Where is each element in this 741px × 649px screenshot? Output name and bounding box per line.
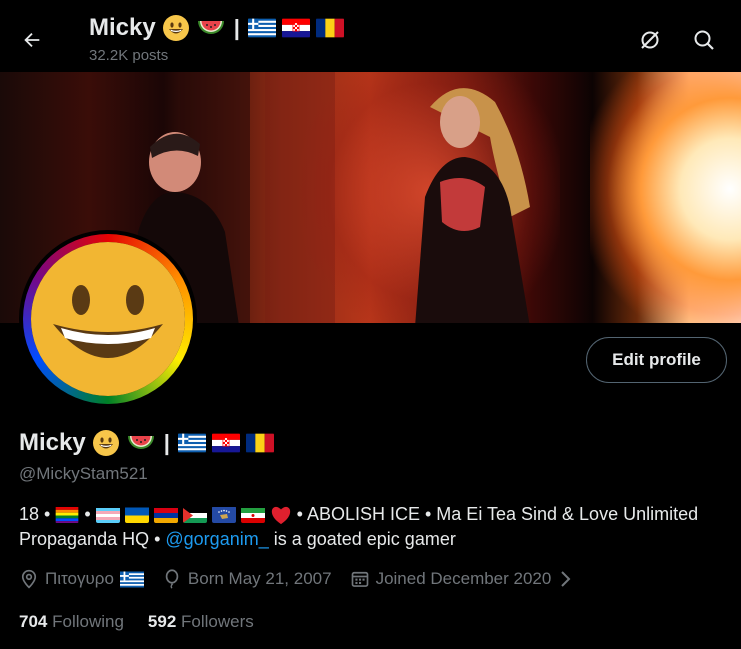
watermelon-emoji-icon xyxy=(197,21,224,34)
edit-profile-button[interactable]: Edit profile xyxy=(586,337,727,383)
profile-handle: @MickyStam521 xyxy=(19,464,148,483)
header-title: Micky | 32.2K posts xyxy=(89,12,344,64)
profile-name-row: Micky | xyxy=(19,426,274,460)
iran-flag-icon xyxy=(240,506,265,523)
transgender-flag-icon xyxy=(95,506,120,523)
greece-flag-icon xyxy=(247,18,276,38)
following-link[interactable]: 704 Following xyxy=(19,612,124,632)
followers-label: Followers xyxy=(181,612,254,631)
chevron-right-icon xyxy=(561,571,571,587)
avatar-rainbow-ring xyxy=(23,234,193,404)
follow-stats: 704 Following 592 Followers xyxy=(19,610,254,634)
rainbow-flag-icon xyxy=(55,506,79,523)
profile-location: Πιτογυρο xyxy=(19,569,144,589)
arrow-left-icon xyxy=(24,32,40,48)
profile-name-separator: | xyxy=(163,430,170,455)
bio-line-1: 18 • • • ABOLISH ICE • Ma Ei Tea Sind & … xyxy=(19,502,719,527)
profile-birthday: Born May 21, 2007 xyxy=(162,569,332,589)
profile-meta-row: Πιτογυρο Born May 21, 2007 Joined Decemb… xyxy=(19,566,591,592)
header-display-name: Micky xyxy=(89,14,156,41)
spam-filter-button[interactable] xyxy=(632,22,668,58)
greece-flag-icon xyxy=(177,433,206,453)
armenia-flag-icon xyxy=(153,506,178,523)
banner-performer-figure xyxy=(415,88,530,323)
palestine-flag-icon xyxy=(182,506,207,523)
ukraine-flag-icon xyxy=(124,506,149,523)
banner-fire-flare xyxy=(590,72,741,323)
bio-age: 18 xyxy=(19,504,40,524)
profile-joined[interactable]: Joined December 2020 xyxy=(350,569,574,589)
croatia-flag-icon xyxy=(211,433,240,453)
bio-bullet: • xyxy=(44,504,51,524)
romania-flag-icon xyxy=(315,18,344,38)
bio-line-2-text-a: Propaganda HQ • xyxy=(19,529,161,549)
bio-mention-link[interactable]: @gorganim_ xyxy=(165,527,268,552)
bio-line-2-text-b: is a goated epic gamer xyxy=(273,529,456,549)
post-count: 32.2K posts xyxy=(89,47,169,64)
watermelon-emoji-icon xyxy=(127,436,154,449)
search-icon xyxy=(694,30,714,50)
following-label: Following xyxy=(52,612,124,631)
smiley-avatar-icon xyxy=(31,242,185,396)
croatia-flag-icon xyxy=(281,18,310,38)
balloon-icon xyxy=(165,569,179,589)
joined-text: Joined December 2020 xyxy=(375,569,552,588)
followers-count: 592 xyxy=(147,612,177,631)
location-text: Πιτογυρο xyxy=(45,569,114,588)
greece-flag-icon xyxy=(119,571,144,588)
profile-avatar[interactable] xyxy=(19,230,197,408)
profile-display-name: Micky xyxy=(19,429,86,456)
followers-link[interactable]: 592 Followers xyxy=(148,612,254,632)
calendar-icon xyxy=(351,571,368,587)
spam-filter-icon xyxy=(641,31,659,49)
smiley-emoji-icon xyxy=(162,15,189,41)
profile-bio: 18 • • • ABOLISH ICE • Ma Ei Tea Sind & … xyxy=(19,502,719,552)
romania-flag-icon xyxy=(245,433,274,453)
bio-line-1-text: • ABOLISH ICE • Ma Ei Tea Sind & Love Un… xyxy=(296,504,699,524)
kosovo-flag-icon xyxy=(211,506,236,523)
top-bar: Micky | 32.2K posts xyxy=(0,0,741,72)
bio-bullet: • xyxy=(84,504,91,524)
birthday-text: Born May 21, 2007 xyxy=(187,569,332,588)
back-button[interactable] xyxy=(14,22,50,58)
bio-line-2: Propaganda HQ • @gorganim_ is a goated e… xyxy=(19,527,719,552)
search-button[interactable] xyxy=(686,22,722,58)
location-pin-icon xyxy=(21,569,37,589)
following-count: 704 xyxy=(19,612,48,631)
red-heart-icon xyxy=(271,506,290,524)
smiley-emoji-icon xyxy=(92,430,119,456)
header-separator: | xyxy=(233,15,240,40)
